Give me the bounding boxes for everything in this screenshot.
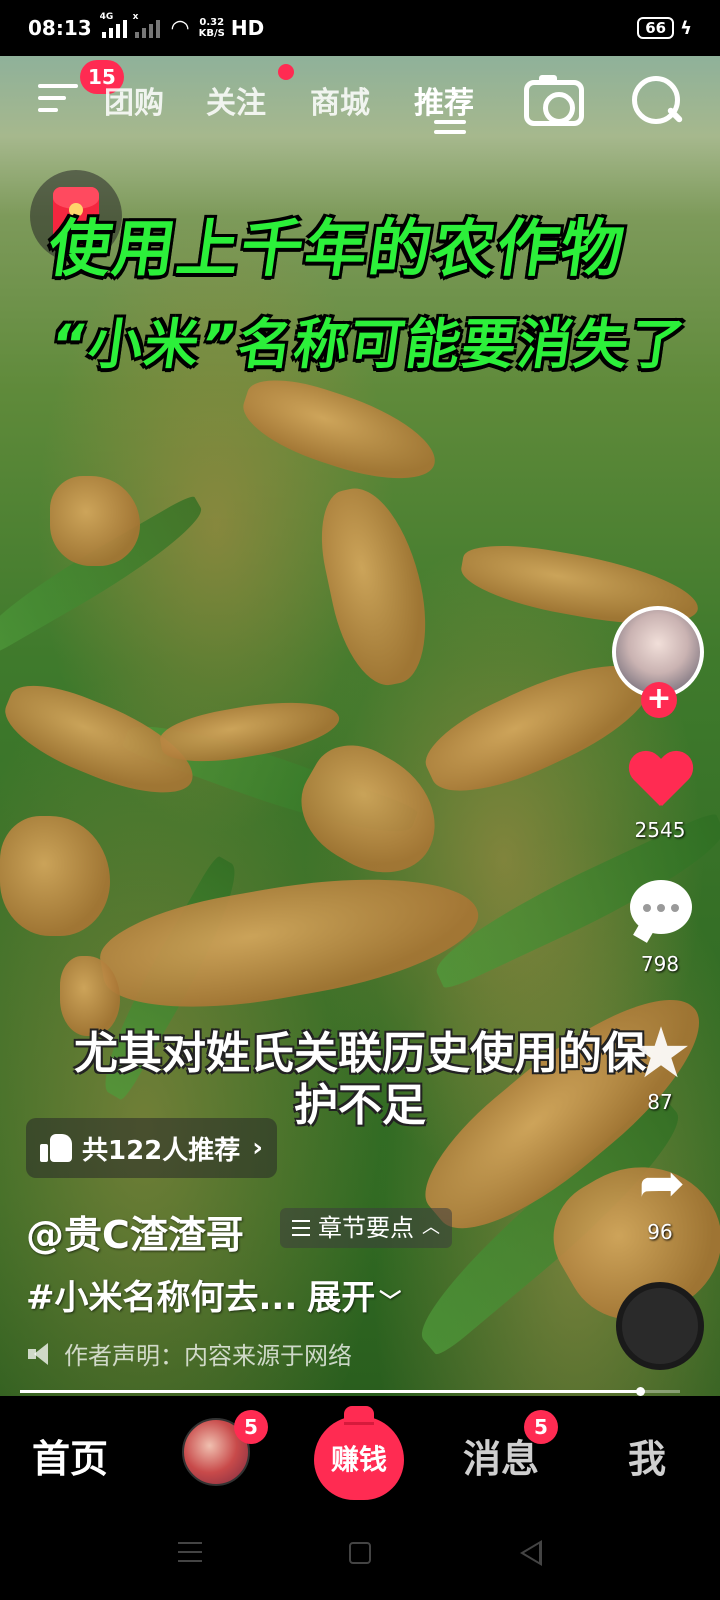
like-count: 2545 bbox=[634, 818, 686, 842]
back-icon[interactable] bbox=[520, 1540, 542, 1566]
music-disc-icon[interactable] bbox=[616, 1282, 704, 1370]
tab-group-buy[interactable]: 团购 bbox=[104, 78, 164, 122]
speaker-icon bbox=[28, 1342, 50, 1365]
video-title-line2: “小米”名称可能要消失了 bbox=[46, 313, 691, 376]
recommend-pill[interactable]: 共122人推荐 › bbox=[26, 1118, 277, 1178]
messages-badge: 5 bbox=[524, 1410, 558, 1444]
recommend-label: 共122人推荐 bbox=[82, 1135, 241, 1166]
friends-badge: 5 bbox=[234, 1410, 268, 1444]
chevron-down-icon: ﹀ bbox=[379, 1290, 402, 1315]
author-name[interactable]: @贵C渣渣哥 bbox=[26, 1204, 244, 1259]
signal-icon-secondary: x bbox=[133, 12, 160, 38]
search-icon[interactable] bbox=[632, 76, 688, 132]
tab-recommend[interactable]: 推荐 bbox=[414, 78, 474, 122]
system-nav-bar bbox=[0, 1506, 720, 1600]
tab-mall[interactable]: 商城 bbox=[310, 78, 370, 122]
signal-icon: 4G bbox=[100, 12, 127, 38]
share-count: 96 bbox=[647, 1220, 673, 1244]
network-speed: 0.32 KB/S bbox=[198, 17, 225, 39]
tab-home[interactable]: 首页 bbox=[32, 1428, 108, 1483]
comment-icon[interactable] bbox=[630, 880, 692, 934]
chevron-right-icon: › bbox=[252, 1133, 263, 1163]
charging-icon: ϟ bbox=[680, 17, 692, 39]
bottom-tab-bar: 首页 5 赚钱 消息 5 我 bbox=[0, 1396, 720, 1506]
chapter-button[interactable]: 章节要点 ︿ bbox=[280, 1208, 452, 1248]
clock: 08:13 bbox=[28, 16, 92, 40]
video-title-line1: 使用上千年的农作物 bbox=[44, 212, 631, 285]
thumbs-up-icon bbox=[40, 1134, 72, 1162]
tab-following[interactable]: 关注 bbox=[206, 78, 266, 122]
favorite-count: 87 bbox=[647, 1090, 673, 1114]
menu-icon[interactable] bbox=[38, 84, 78, 116]
description-text: #小米名称何去... bbox=[26, 1278, 298, 1318]
chevron-up-icon: ︿ bbox=[422, 1217, 440, 1238]
battery-indicator: 66 bbox=[637, 17, 675, 39]
hd-indicator: HD bbox=[230, 16, 265, 40]
like-icon[interactable] bbox=[628, 752, 692, 810]
earn-label: 赚钱 bbox=[330, 1443, 387, 1476]
video-subtitle: 尤其对姓氏关联历史使用的保护不足 bbox=[74, 1028, 646, 1131]
comment-count: 798 bbox=[640, 952, 680, 976]
home-icon[interactable] bbox=[349, 1542, 371, 1564]
wifi-icon: ◠ bbox=[171, 15, 189, 41]
chapter-label: 章节要点 bbox=[318, 1214, 414, 1242]
earn-button[interactable]: 赚钱 bbox=[314, 1406, 404, 1500]
camera-icon[interactable] bbox=[524, 75, 584, 126]
status-bar: 08:13 4G x ◠ 0.32 KB/S HD 66 ϟ bbox=[0, 0, 720, 56]
progress-fill bbox=[20, 1390, 641, 1393]
following-dot bbox=[278, 64, 294, 80]
video-progress-bar[interactable] bbox=[20, 1387, 680, 1396]
tab-me[interactable]: 我 bbox=[628, 1428, 666, 1483]
share-icon[interactable]: ➦ bbox=[630, 1156, 694, 1212]
recent-apps-icon[interactable] bbox=[178, 1542, 202, 1562]
swap-icon bbox=[434, 120, 466, 140]
follow-button[interactable]: + bbox=[641, 682, 677, 718]
top-nav: 15 团购 关注 商城 推荐 bbox=[0, 56, 720, 146]
video-description: #小米名称何去... 展开 ﹀ bbox=[26, 1270, 401, 1319]
author-disclaimer: 作者声明：内容来源于网络 bbox=[28, 1336, 352, 1371]
list-icon bbox=[292, 1220, 310, 1236]
disclaimer-text: 作者声明：内容来源于网络 bbox=[64, 1342, 352, 1370]
favorite-icon[interactable]: ★ bbox=[626, 1018, 696, 1088]
expand-button[interactable]: 展开 bbox=[307, 1278, 375, 1318]
